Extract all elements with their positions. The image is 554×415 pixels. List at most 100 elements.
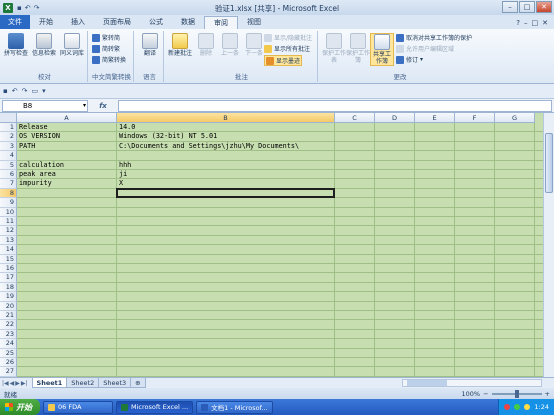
delete-comment-button[interactable]: 删除 (194, 33, 218, 57)
spelling-button[interactable]: 拼写检查 (4, 33, 28, 57)
save-icon[interactable]: ▪ (17, 4, 22, 12)
tab-data[interactable]: 数据 (172, 16, 204, 29)
sheet-tab-sheet3[interactable]: Sheet3 (98, 378, 132, 388)
tab-home[interactable]: 开始 (30, 16, 62, 29)
clock[interactable]: 1:24 (534, 403, 549, 411)
column-header[interactable]: D (375, 113, 415, 123)
row-header[interactable]: 8 (0, 188, 17, 199)
row-header[interactable]: 6 (0, 170, 17, 180)
close-button[interactable]: ✕ (536, 1, 552, 13)
task-word[interactable]: 文档1 - Microsof... (196, 400, 273, 414)
column-header[interactable]: G (495, 113, 535, 123)
cell-a1[interactable]: Release (17, 123, 48, 132)
chinese-conversion-button[interactable]: 简繁转换 (92, 55, 126, 64)
undo-icon[interactable]: ↶ (12, 87, 18, 95)
insert-function-icon[interactable]: fx (88, 102, 118, 110)
sheet-tab-sheet1[interactable]: Sheet1 (31, 378, 68, 388)
minimize-button[interactable]: – (502, 1, 518, 13)
row-header[interactable]: 2 (0, 132, 17, 142)
next-comment-button[interactable]: 下一条 (242, 33, 266, 57)
tray-icon[interactable] (514, 404, 521, 410)
track-changes-button[interactable]: 修订 ▾ (396, 55, 423, 64)
row-header[interactable]: 9 (0, 198, 17, 208)
row-header[interactable]: 11 (0, 217, 17, 227)
row-header[interactable]: 26 (0, 358, 17, 368)
last-sheet-icon[interactable]: ▶| (21, 380, 28, 387)
unprotect-shared-workbook-button[interactable]: 取消对共享工作簿的保护 (396, 33, 472, 42)
column-header[interactable]: E (415, 113, 455, 123)
cell-b3[interactable]: C:\Documents and Settings\jzhu\My Docume… (117, 142, 299, 151)
first-sheet-icon[interactable]: |◀ (2, 380, 9, 387)
row-header[interactable]: 18 (0, 282, 17, 293)
print-preview-icon[interactable]: ▭ (32, 87, 39, 95)
cell-a7[interactable]: impurity (17, 179, 52, 188)
research-button[interactable]: 信息检索 (32, 33, 56, 57)
cell-a2[interactable]: OS VERSION (17, 132, 60, 141)
cell-a5[interactable]: calculation (17, 161, 64, 170)
workbook-minimize-button[interactable]: – (524, 19, 528, 27)
workbook-restore-button[interactable]: □ (532, 19, 539, 27)
redo-icon[interactable]: ↷ (22, 87, 28, 95)
prev-sheet-icon[interactable]: ◀ (10, 380, 15, 387)
row-header[interactable]: 20 (0, 301, 17, 311)
row-header[interactable]: 22 (0, 320, 17, 330)
tray-icon[interactable] (504, 404, 511, 410)
undo-icon[interactable]: ↶ (25, 4, 31, 12)
show-hide-comment-button[interactable]: 显示/隐藏批注 (264, 33, 312, 42)
cell-a3[interactable]: PATH (17, 142, 35, 151)
zoom-level[interactable]: 100% (462, 390, 481, 398)
row-header[interactable]: 21 (0, 311, 17, 321)
trad-to-simp-button[interactable]: 繁转简 (92, 33, 120, 42)
thesaurus-button[interactable]: 同义词库 (60, 33, 84, 57)
row-header[interactable]: 23 (0, 329, 17, 340)
column-header[interactable]: A (17, 113, 117, 123)
row-header[interactable]: 27 (0, 367, 17, 377)
name-box[interactable]: B8 ▾ (2, 99, 88, 112)
horizontal-scroll-thumb[interactable] (407, 380, 447, 386)
row-header[interactable]: 24 (0, 339, 17, 349)
cell-a6[interactable]: peak area (17, 170, 56, 179)
row-header[interactable]: 12 (0, 226, 17, 236)
maximize-button[interactable]: □ (519, 1, 535, 13)
tray-icon[interactable] (524, 404, 531, 410)
sheet-tab-sheet2[interactable]: Sheet2 (66, 378, 100, 388)
tab-file[interactable]: 文件 (0, 15, 30, 29)
task-excel[interactable]: Microsoft Excel ... (116, 400, 194, 414)
tab-formulas[interactable]: 公式 (140, 16, 172, 29)
excel-app-icon[interactable]: X (3, 2, 13, 13)
horizontal-scrollbar[interactable] (402, 379, 542, 387)
row-header[interactable]: 1 (0, 123, 17, 133)
customize-toolbar-icon[interactable]: ▾ (42, 87, 46, 95)
column-header[interactable]: F (455, 113, 495, 123)
chevron-down-icon[interactable]: ▾ (83, 101, 86, 111)
previous-comment-button[interactable]: 上一条 (218, 33, 242, 57)
show-ink-button[interactable]: 显示墨迹 (264, 55, 303, 66)
row-header[interactable]: 4 (0, 151, 17, 161)
row-header[interactable]: 5 (0, 160, 17, 170)
next-sheet-icon[interactable]: ▶ (15, 380, 20, 387)
allow-edit-ranges-button[interactable]: 允许用户编辑区域 (396, 44, 454, 53)
translate-button[interactable]: 翻译 (138, 33, 162, 57)
simp-to-trad-button[interactable]: 简转繁 (92, 44, 120, 53)
vertical-scroll-thumb[interactable] (545, 133, 553, 193)
row-header[interactable]: 3 (0, 141, 17, 152)
new-sheet-icon[interactable]: ⊕ (130, 378, 146, 388)
cell-b6[interactable]: ji (117, 170, 127, 179)
redo-icon[interactable]: ↷ (34, 4, 40, 12)
row-header[interactable]: 13 (0, 235, 17, 246)
tab-insert[interactable]: 插入 (62, 16, 94, 29)
formula-input[interactable] (118, 99, 552, 112)
cell-b5[interactable]: hhh (117, 161, 131, 170)
column-header[interactable]: B (117, 113, 335, 123)
save-icon[interactable]: ▪ (3, 87, 8, 95)
tab-page-layout[interactable]: 页面布局 (94, 16, 140, 29)
new-comment-button[interactable]: 新建批注 (168, 33, 192, 57)
share-workbook-button[interactable]: 共享工作簿 (370, 33, 394, 66)
help-icon[interactable]: ? (516, 19, 520, 27)
tab-view[interactable]: 视图 (238, 16, 270, 29)
worksheet-grid[interactable]: A B C D E F G 1 2 3 4 5 6 7 8 9 10 11 12 13 14 15 16 17 18 19 20 21… (0, 113, 554, 377)
zoom-in-icon[interactable]: + (545, 390, 550, 398)
task-folder[interactable]: 06 FDA (43, 400, 113, 414)
row-header[interactable]: 10 (0, 207, 17, 217)
row-header[interactable]: 15 (0, 254, 17, 264)
